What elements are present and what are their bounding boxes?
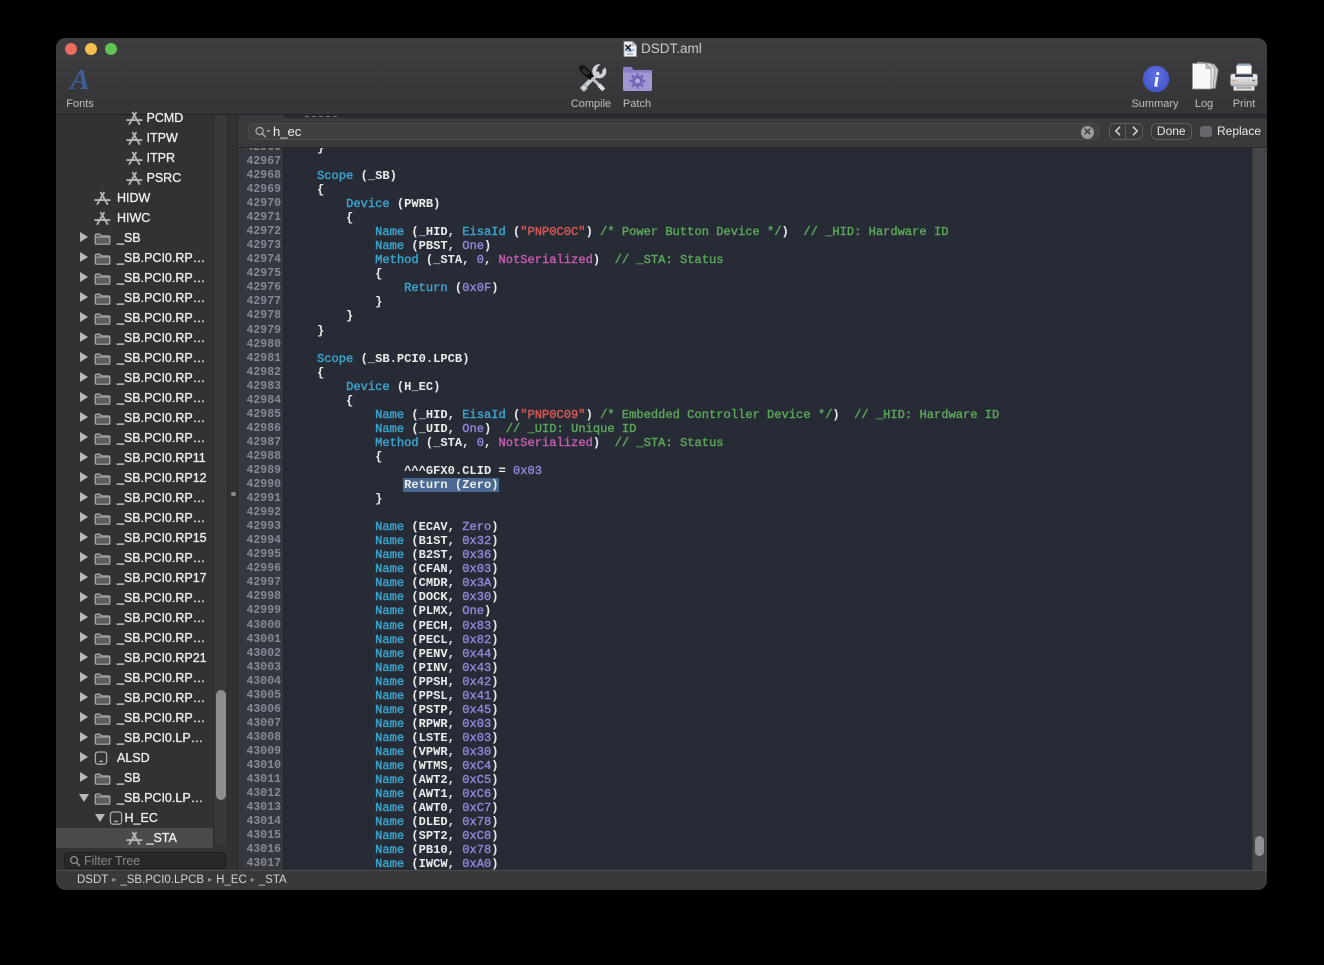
svg-text:i: i: [1154, 68, 1160, 92]
